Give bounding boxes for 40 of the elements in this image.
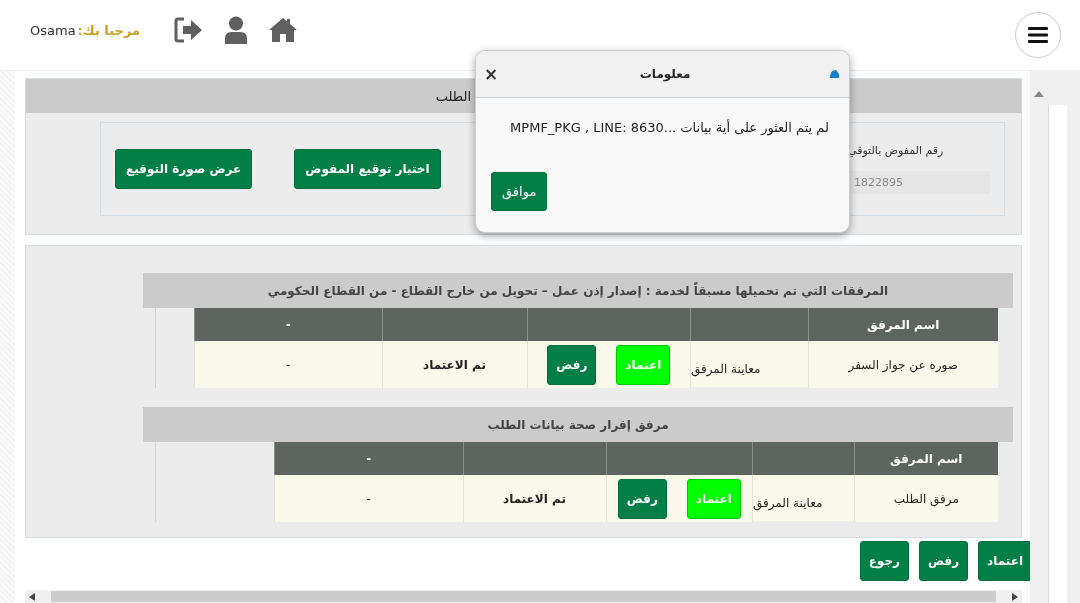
table-cell: مرفق الطلب (854, 475, 998, 522)
column-header: اسم المرفق (808, 308, 998, 341)
section-title: مرفق إقرار صحة بيانات الطلب (143, 407, 1013, 442)
action-button[interactable]: رجوع (859, 541, 909, 581)
scroll-right-icon[interactable] (1012, 592, 1018, 601)
reject-button[interactable]: رفض (617, 478, 667, 519)
preview-link[interactable]: معاينة المرفق (752, 475, 854, 522)
ok-button[interactable]: موافق (491, 172, 548, 211)
table-cell: - (274, 475, 463, 522)
action-button[interactable]: اعتماد (978, 541, 1032, 581)
menu-icon (1028, 27, 1048, 43)
signature-button[interactable]: عرض صورة التوقيع (115, 149, 253, 189)
reject-button[interactable]: رفض (547, 344, 597, 385)
horizontal-scrollbar[interactable] (25, 590, 1022, 603)
table-cell: - (194, 341, 382, 388)
scroll-left-icon[interactable] (29, 592, 35, 601)
column-header: - (194, 308, 382, 341)
dialog-message: لم يتم العثور على أية بيانات ...MPMF_PKG , LINE: 8630 (509, 120, 829, 135)
column-header: اسم المرفق (854, 442, 998, 475)
status-cell: تم الاعتماد (382, 341, 527, 388)
field-label: رقم المفوض بالتوقي (848, 144, 944, 157)
info-icon (830, 70, 839, 78)
close-button[interactable]: × (482, 64, 501, 84)
dialog-title: معلومات (639, 67, 691, 81)
scroll-up-icon[interactable] (1034, 91, 1044, 97)
signature-button[interactable]: اختيار توقيع المفوض (294, 149, 441, 189)
user-icon[interactable] (224, 16, 248, 44)
delegate-number-field[interactable]: 1822895 (848, 171, 990, 194)
table-cell: صوره عن جواز السفر (808, 341, 998, 388)
column-header: - (274, 442, 463, 475)
preview-link[interactable]: معاينة المرفق (690, 341, 808, 388)
logout-icon[interactable] (174, 17, 204, 43)
user-name: Osama (30, 22, 76, 38)
action-button[interactable]: رفض (918, 541, 969, 581)
panel-title: الطلب (435, 88, 471, 104)
status-cell: تم الاعتماد (463, 475, 606, 522)
greeting-text: مرحبا بك: (77, 22, 140, 38)
section-title: المرفقات التي تم تحميلها مسبقاً لخدمة : إصدار إذن عمل – تحويل من خارج القطاع - من القطاع الحكومي (143, 273, 1013, 308)
menu-button[interactable] (1015, 12, 1061, 58)
home-icon[interactable] (268, 17, 298, 43)
